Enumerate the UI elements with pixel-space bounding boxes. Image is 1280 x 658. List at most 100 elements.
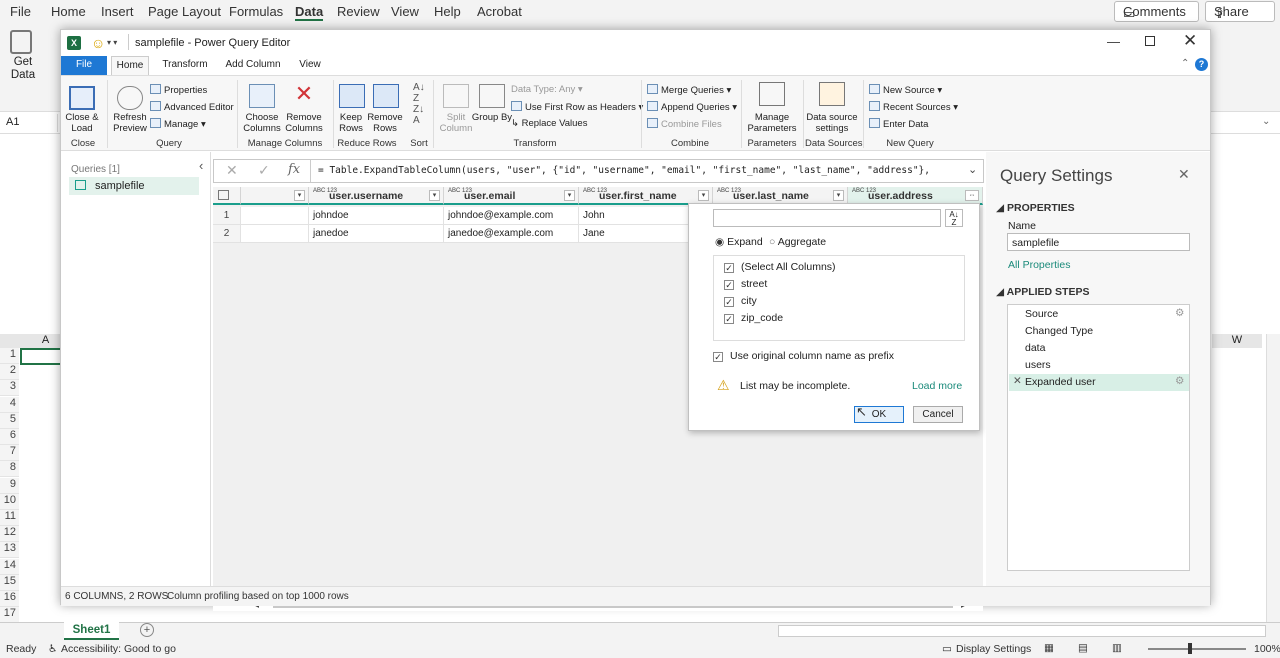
row-header[interactable]: 1 [0, 348, 19, 364]
use-first-row-button[interactable]: Use First Row as Headers ▾ [511, 101, 643, 113]
row-header[interactable]: 8 [0, 461, 19, 478]
advanced-editor-button[interactable]: Advanced Editor [150, 101, 234, 113]
add-sheet-icon[interactable]: + [140, 623, 154, 637]
expand-column-icon[interactable]: ⇔ [965, 190, 979, 201]
gear-icon[interactable]: ⚙ [1175, 307, 1184, 319]
accessibility-status[interactable]: Accessibility: Good to go [61, 643, 176, 655]
excel-menu-formulas[interactable]: Formulas [229, 4, 283, 19]
keep-rows-button[interactable]: Keep Rows [332, 112, 370, 134]
row-header[interactable]: 16 [0, 591, 19, 607]
aggregate-radio[interactable]: ○ Aggregate [769, 236, 826, 248]
cancel-button[interactable]: Cancel [913, 406, 963, 423]
excel-menu-view[interactable]: View [391, 4, 419, 19]
select-all-corner[interactable] [0, 334, 20, 348]
excel-menu-help[interactable]: Help [434, 4, 461, 19]
confirm-formula-icon[interactable]: ✓ [258, 162, 270, 179]
checkbox-zip-code[interactable]: ✓ zip_code [724, 312, 783, 324]
column-filter-icon[interactable]: ▾ [833, 190, 844, 201]
checkbox-street[interactable]: ✓ street [724, 278, 767, 290]
column-header-email[interactable]: ABC 123 user.email ▾ [444, 187, 579, 205]
data-type-dropdown[interactable]: Data Type: Any ▾ [511, 84, 583, 95]
cancel-formula-icon[interactable]: ✕ [226, 162, 238, 179]
close-window-icon[interactable]: ✕ [1183, 31, 1197, 51]
close-load-button[interactable]: Close & Load [61, 112, 103, 134]
sheet-tab-sheet1[interactable]: Sheet1 [64, 622, 119, 640]
row-header[interactable]: 12 [0, 526, 19, 543]
enter-data-button[interactable]: Enter Data [869, 118, 928, 130]
applied-steps-section[interactable]: ◢ APPLIED STEPS [996, 286, 1089, 298]
load-more-link[interactable]: Load more [912, 380, 962, 392]
row-header[interactable]: 5 [0, 412, 19, 429]
table-cell[interactable]: janedoe@example.com [444, 225, 579, 243]
tab-add-column[interactable]: Add Column [223, 56, 283, 75]
tab-view[interactable]: View [293, 56, 327, 75]
page-layout-view-icon[interactable]: ▤ [1078, 642, 1088, 654]
column-header-blank[interactable]: ▾ [241, 187, 309, 205]
properties-section[interactable]: ◢ PROPERTIES [996, 202, 1075, 214]
name-box[interactable]: A1 [2, 114, 58, 132]
table-cell[interactable]: janedoe [309, 225, 444, 243]
page-break-view-icon[interactable]: ▥ [1112, 642, 1122, 654]
tab-transform[interactable]: Transform [159, 56, 211, 75]
all-properties-link[interactable]: All Properties [1008, 259, 1070, 271]
row-number[interactable]: 2 [213, 225, 241, 243]
data-source-settings-button[interactable]: Data source settings [805, 112, 859, 134]
expand-formula-icon[interactable]: ⌄ [1262, 116, 1270, 127]
smiley-icon[interactable]: ☺ [91, 35, 105, 51]
excel-menu-file[interactable]: File [10, 4, 31, 19]
display-settings-button[interactable]: Display Settings [956, 643, 1031, 655]
new-source-button[interactable]: New Source ▾ [869, 84, 942, 96]
step-data[interactable]: data [1009, 340, 1189, 357]
replace-values-button[interactable]: ↳ Replace Values [511, 118, 587, 129]
table-cell[interactable]: johndoe [309, 207, 444, 225]
share-button[interactable]: ⇪ Share [1205, 1, 1275, 22]
formula-input[interactable]: = Table.ExpandTableColumn(users, "user",… [318, 165, 958, 176]
group-by-button[interactable]: Group By [471, 112, 513, 123]
help-icon[interactable]: ? [1195, 58, 1208, 71]
get-data-button[interactable]: Get Data [6, 56, 40, 82]
maximize-icon[interactable] [1145, 36, 1155, 46]
row-header[interactable]: 2 [0, 364, 19, 381]
minimize-icon[interactable]: — [1107, 34, 1120, 49]
combine-files-button[interactable]: Combine Files [647, 118, 722, 130]
zoom-level[interactable]: 100% [1254, 643, 1280, 655]
excel-menu-insert[interactable]: Insert [101, 4, 134, 19]
row-header[interactable]: 15 [0, 574, 19, 591]
query-item-samplefile[interactable]: samplefile [69, 177, 199, 195]
normal-view-icon[interactable]: ▦ [1044, 642, 1054, 654]
row-number[interactable]: 1 [213, 207, 241, 225]
excel-vertical-scrollbar[interactable] [1266, 334, 1280, 622]
column-header-w[interactable]: W [1212, 334, 1262, 348]
query-name-input[interactable]: samplefile [1007, 233, 1190, 251]
sort-ascending-icon[interactable]: A↓ Z [413, 82, 425, 104]
step-expanded-user[interactable]: ✕ Expanded user ⚙ [1009, 374, 1189, 391]
row-header[interactable]: 7 [0, 445, 19, 462]
delete-step-icon[interactable]: ✕ [1013, 375, 1022, 387]
table-menu-button[interactable] [213, 187, 241, 205]
column-search-input[interactable] [713, 209, 941, 227]
row-header[interactable]: 9 [0, 477, 19, 494]
append-queries-button[interactable]: Append Queries ▾ [647, 101, 737, 113]
row-header[interactable]: 6 [0, 429, 19, 445]
refresh-preview-button[interactable]: Refresh Preview [107, 112, 153, 134]
sort-descending-icon[interactable]: Z↓ A [413, 104, 424, 126]
table-cell[interactable] [241, 225, 309, 243]
step-users[interactable]: users [1009, 357, 1189, 374]
zoom-slider[interactable] [1148, 648, 1246, 650]
manage-button[interactable]: Manage ▾ [150, 118, 206, 130]
checkbox-select-all[interactable]: ✓ (Select All Columns) [724, 261, 836, 273]
expand-radio[interactable]: ◉ Expand [715, 236, 763, 248]
step-changed-type[interactable]: Changed Type [1009, 323, 1189, 340]
tab-home[interactable]: Home [111, 56, 149, 75]
excel-menu-home[interactable]: Home [51, 4, 86, 19]
expand-formula-chevron-icon[interactable]: ⌄ [968, 163, 977, 176]
excel-menu-page-layout[interactable]: Page Layout [148, 4, 221, 19]
table-cell[interactable]: johndoe@example.com [444, 207, 579, 225]
gear-icon[interactable]: ⚙ [1175, 375, 1184, 387]
column-filter-icon[interactable]: ▾ [698, 190, 709, 201]
quick-access-dropdown-icon[interactable]: ▾ ▾ [107, 38, 117, 47]
comments-button[interactable]: ▭ Comments [1114, 1, 1199, 22]
close-settings-icon[interactable]: ✕ [1178, 166, 1190, 183]
row-header[interactable]: 4 [0, 396, 19, 413]
recent-sources-button[interactable]: Recent Sources ▾ [869, 101, 958, 113]
